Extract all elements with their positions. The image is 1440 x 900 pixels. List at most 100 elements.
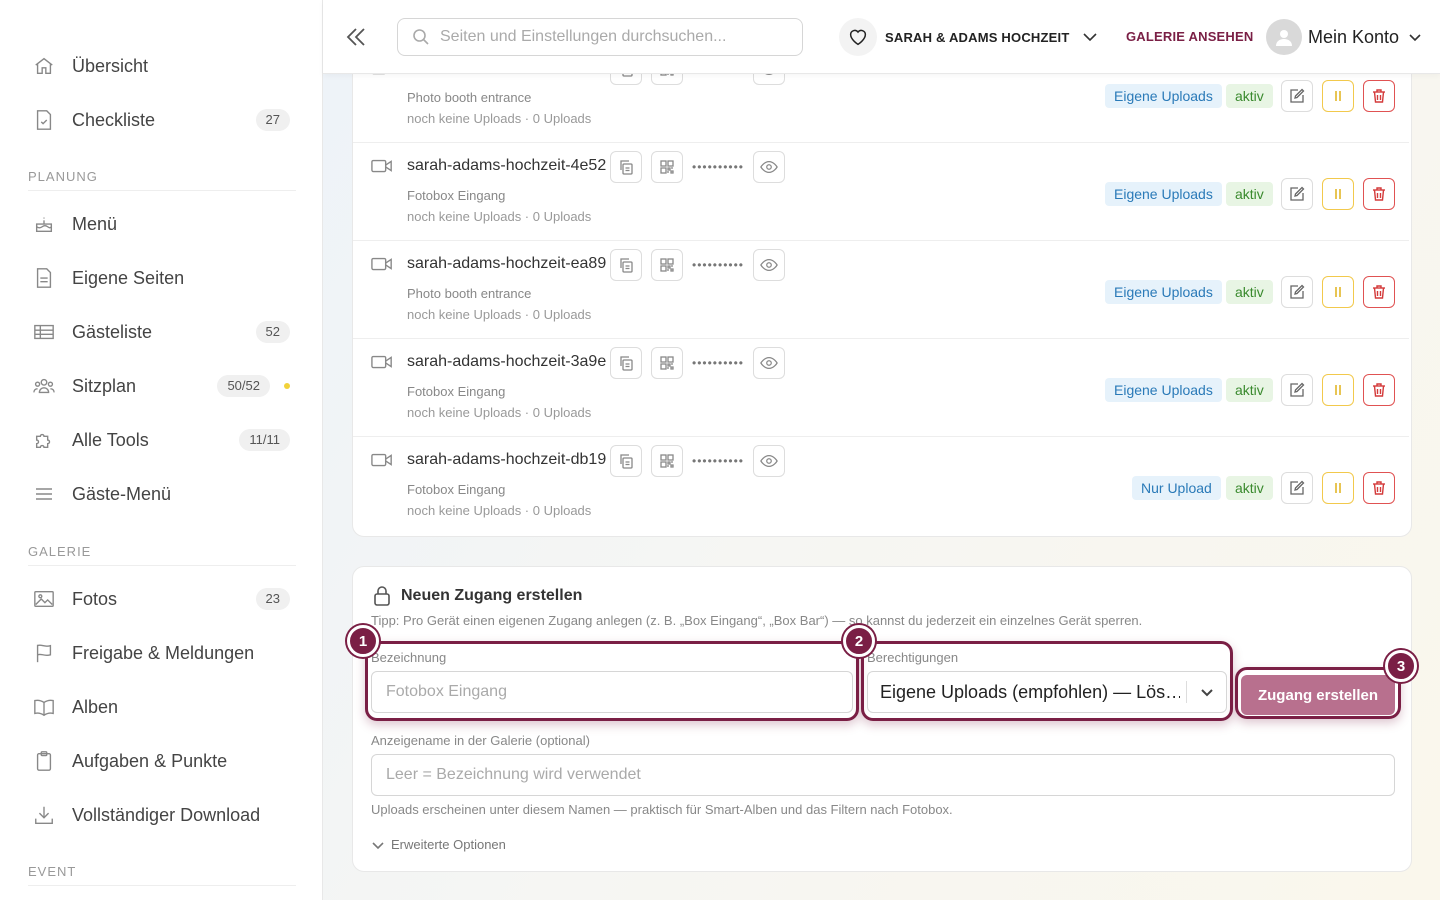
flag-icon xyxy=(32,641,56,665)
permission-badge: Eigene Uploads xyxy=(1105,182,1222,206)
edit-icon[interactable] xyxy=(1281,178,1313,210)
sidebar-item-fotos[interactable]: Fotos 23 xyxy=(20,579,302,619)
masked-code: •••••••••• xyxy=(692,454,745,468)
create-access-button[interactable]: Zugang erstellen xyxy=(1241,675,1395,715)
trash-icon[interactable] xyxy=(1363,80,1395,112)
qr-code-icon[interactable] xyxy=(651,74,683,85)
clipboard-icon xyxy=(32,749,56,773)
permission-badge: Eigene Uploads xyxy=(1105,378,1222,402)
form-title: Neuen Zugang erstellen xyxy=(401,587,583,604)
access-description: Photo booth entrance xyxy=(407,286,532,301)
trash-icon[interactable] xyxy=(1363,276,1395,308)
collapse-sidebar-icon[interactable] xyxy=(343,24,369,50)
access-name: sarah-adams-hochzeit-db19 xyxy=(407,451,607,468)
view-gallery-link[interactable]: GALERIE ANSEHEN xyxy=(1126,29,1253,44)
search-box[interactable] xyxy=(397,18,803,56)
sidebar-item-label: Alle Tools xyxy=(72,429,149,450)
trash-icon[interactable] xyxy=(1363,178,1395,210)
table-row: sarah-adams-hochzeit-ea89 •••••••••• Photo… xyxy=(353,241,1413,339)
sidebar: Übersicht Checkliste 27 PLANUNG Menü Eig… xyxy=(0,0,323,900)
edit-icon[interactable] xyxy=(1281,276,1313,308)
name-label: Bezeichnung xyxy=(371,650,447,665)
sidebar-item-gaeste-menue[interactable]: Gäste-Menü xyxy=(20,474,302,514)
pause-icon[interactable] xyxy=(1322,80,1354,112)
masked-code: •••••••••• xyxy=(692,258,745,272)
sidebar-item-uebersicht[interactable]: Übersicht xyxy=(20,46,302,86)
status-badge: aktiv xyxy=(1226,476,1273,500)
permissions-select[interactable]: Eigene Uploads (empfohlen) — Lös… xyxy=(867,671,1227,713)
copy-icon[interactable] xyxy=(610,249,642,281)
eye-icon[interactable] xyxy=(753,74,785,85)
pause-icon[interactable] xyxy=(1322,276,1354,308)
sidebar-item-freigabe[interactable]: Freigabe & Meldungen xyxy=(20,633,302,673)
sidebar-item-alben[interactable]: Alben xyxy=(20,687,302,727)
qr-code-icon[interactable] xyxy=(651,445,683,477)
sidebar-item-aufgaben[interactable]: Aufgaben & Punkte xyxy=(20,741,302,781)
qr-code-icon[interactable] xyxy=(651,347,683,379)
permission-badge: Nur Upload xyxy=(1132,476,1221,500)
name-input[interactable] xyxy=(371,671,853,713)
camera-icon xyxy=(371,74,393,77)
copy-icon[interactable] xyxy=(610,151,642,183)
sidebar-item-gaesteliste[interactable]: Gästeliste 52 xyxy=(20,312,302,352)
qr-code-icon[interactable] xyxy=(651,249,683,281)
pause-icon[interactable] xyxy=(1322,472,1354,504)
access-description: Photo booth entrance xyxy=(407,90,532,105)
trash-icon[interactable] xyxy=(1363,374,1395,406)
count-badge: 52 xyxy=(255,321,290,343)
sidebar-item-label: Alben xyxy=(72,696,119,717)
table-icon xyxy=(32,320,56,344)
edit-icon[interactable] xyxy=(1281,80,1313,112)
eye-icon[interactable] xyxy=(753,249,785,281)
sidebar-item-sitzplan[interactable]: Sitzplan 50/52 xyxy=(20,366,302,406)
camera-icon xyxy=(371,451,393,469)
access-name: sarah-adams-hochzeit-3a9e xyxy=(407,353,607,370)
eye-icon[interactable] xyxy=(753,445,785,477)
table-row: sarah-adams-hochzeit-ab03 •••••••••• Photo… xyxy=(353,74,1413,143)
pause-icon[interactable] xyxy=(1322,178,1354,210)
sidebar-item-label: Freigabe & Meldungen xyxy=(72,642,255,663)
puzzle-icon xyxy=(32,428,56,452)
access-name: sarah-adams-hochzeit-ab03 xyxy=(407,74,606,77)
sidebar-item-download[interactable]: Vollständiger Download xyxy=(20,795,302,835)
event-name: SARAH & ADAMS HOCHZEIT xyxy=(885,29,1070,45)
sidebar-item-label: Gäste-Menü xyxy=(72,483,172,504)
trash-icon[interactable] xyxy=(1363,472,1395,504)
camera-icon xyxy=(371,157,393,175)
camera-icon xyxy=(371,353,393,371)
section-label-galerie: GALERIE xyxy=(28,544,92,559)
qr-code-icon[interactable] xyxy=(651,151,683,183)
copy-icon[interactable] xyxy=(610,445,642,477)
search-input[interactable] xyxy=(440,28,780,46)
sidebar-item-alle-tools[interactable]: Alle Tools 11/11 xyxy=(20,420,302,460)
sidebar-item-eigene-seiten[interactable]: Eigene Seiten xyxy=(20,258,302,298)
sidebar-item-label: Menü xyxy=(72,213,118,234)
copy-icon[interactable] xyxy=(610,74,642,85)
permission-badge: Eigene Uploads xyxy=(1105,84,1222,108)
access-name: sarah-adams-hochzeit-ea89 xyxy=(407,255,607,272)
display-name-hint: Uploads erscheinen unter diesem Namen — … xyxy=(371,802,953,817)
edit-icon[interactable] xyxy=(1281,472,1313,504)
pause-icon[interactable] xyxy=(1322,374,1354,406)
access-description: Fotobox Eingang xyxy=(407,384,506,399)
permissions-label: Berechtigungen xyxy=(867,650,959,665)
eye-icon[interactable] xyxy=(753,151,785,183)
account-menu[interactable]: Mein Konto xyxy=(1266,17,1423,57)
sidebar-item-checkliste[interactable]: Checkliste 27 xyxy=(20,100,302,140)
permissions-value: Eigene Uploads (empfohlen) — Lös… xyxy=(880,681,1180,702)
section-label-event: EVENT xyxy=(28,864,77,879)
sidebar-item-menue[interactable]: Menü xyxy=(20,204,302,244)
topbar: SARAH & ADAMS HOCHZEIT GALERIE ANSEHEN M… xyxy=(323,0,1440,74)
copy-icon[interactable] xyxy=(610,347,642,379)
access-stats: noch keine Uploads · 0 Uploads xyxy=(407,111,592,126)
section-label-planung: PLANUNG xyxy=(28,169,98,184)
permission-badge: Eigene Uploads xyxy=(1105,280,1222,304)
step-badge-1: 1 xyxy=(347,625,379,657)
table-row: sarah-adams-hochzeit-db19 •••••••••• Fotob… xyxy=(353,437,1413,535)
display-name-input[interactable] xyxy=(371,754,1395,796)
main-content: sarah-adams-hochzeit-ab03 •••••••••• Photo… xyxy=(323,74,1440,900)
eye-icon[interactable] xyxy=(753,347,785,379)
event-selector[interactable]: SARAH & ADAMS HOCHZEIT xyxy=(839,17,1099,57)
advanced-options-toggle[interactable]: Erweiterte Optionen xyxy=(371,837,506,852)
edit-icon[interactable] xyxy=(1281,374,1313,406)
